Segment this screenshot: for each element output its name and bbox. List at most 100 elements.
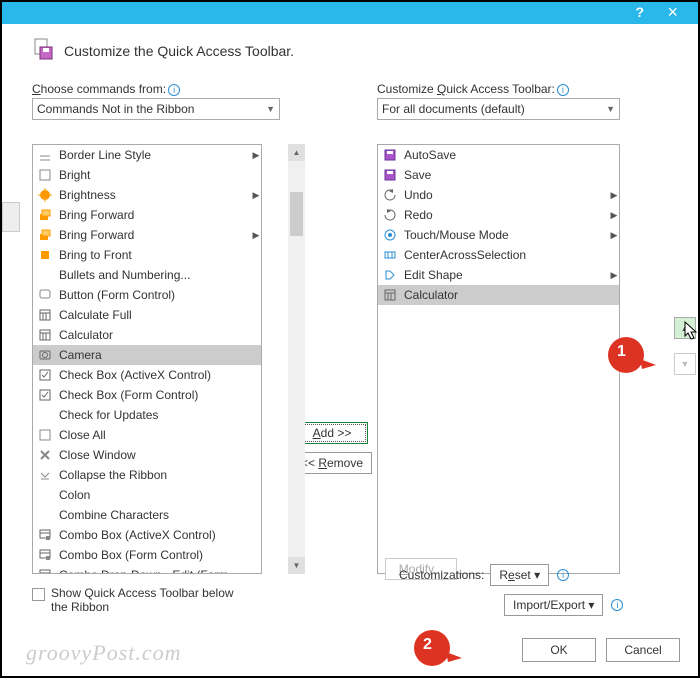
reset-button[interactable]: Reset ▾ (490, 564, 549, 586)
reorder-buttons: ▲ ▼ (674, 317, 696, 375)
item-icon (37, 327, 53, 343)
titlebar: ? × (2, 2, 698, 24)
item-icon (37, 547, 53, 563)
ok-button[interactable]: OK (522, 638, 596, 662)
item-label: Bullets and Numbering... (59, 268, 245, 282)
list-item[interactable]: Edit Shape ▶ (378, 265, 619, 285)
item-label: Undo (404, 188, 603, 202)
commands-list[interactable]: Border Line Style ▶ Bright Brightness▶ Bring… (32, 144, 262, 574)
info-icon[interactable]: i (611, 599, 623, 611)
item-label: Combo Drop-Down - Edit (Form... (59, 568, 245, 574)
combo-value: Commands Not in the Ribbon (37, 102, 194, 116)
scroll-up-icon[interactable]: ▲ (288, 144, 305, 161)
combo-value: For all documents (default) (382, 102, 525, 116)
customize-qat-label: Customize Quick Access Toolbar:i (377, 82, 627, 96)
item-label: Edit Shape (404, 268, 603, 282)
list-item[interactable]: Calculator (378, 285, 619, 305)
item-label: AutoSave (404, 148, 603, 162)
list-item[interactable]: Check for Updates (33, 405, 261, 425)
list-item[interactable]: CenterAcrossSelection (378, 245, 619, 265)
list-item[interactable]: Collapse the Ribbon (33, 465, 261, 485)
list-item[interactable]: Calculator (33, 325, 261, 345)
dialog-title: Customize the Quick Access Toolbar. (64, 43, 294, 59)
item-icon (37, 387, 53, 403)
info-icon[interactable]: i (557, 569, 569, 581)
item-icon (37, 427, 53, 443)
item-icon (37, 467, 53, 483)
item-icon (37, 187, 53, 203)
info-icon[interactable]: i (168, 84, 180, 96)
list-item[interactable]: Close Window (33, 445, 261, 465)
list-item[interactable]: Redo▶ (378, 205, 619, 225)
item-label: Check Box (ActiveX Control) (59, 368, 245, 382)
import-export-button[interactable]: Import/Export ▾ (504, 594, 603, 616)
item-label: Check Box (Form Control) (59, 388, 245, 402)
add-button[interactable]: Add >> (296, 422, 368, 444)
item-label: Touch/Mouse Mode (404, 228, 603, 242)
list-item[interactable]: Brightness▶ (33, 185, 261, 205)
list-item[interactable]: Undo▶ (378, 185, 619, 205)
cancel-button[interactable]: Cancel (606, 638, 680, 662)
list-item[interactable]: Calculate Full (33, 305, 261, 325)
item-label: Close All (59, 428, 245, 442)
chevron-down-icon: ▼ (606, 104, 615, 114)
list-item[interactable]: Check Box (Form Control) (33, 385, 261, 405)
item-icon (37, 227, 53, 243)
list-item[interactable]: Combo Box (Form Control) (33, 545, 261, 565)
item-label: Check for Updates (59, 408, 245, 422)
item-label: Bring Forward (59, 208, 245, 222)
scroll-down-icon[interactable]: ▼ (288, 557, 305, 574)
show-below-checkbox[interactable] (32, 588, 45, 601)
item-label: Calculator (59, 328, 245, 342)
item-label: Save (404, 168, 603, 182)
dialog-header: Customize the Quick Access Toolbar. (32, 37, 686, 64)
dialog-window: ? × Customize the Quick Access Toolbar. … (0, 0, 700, 678)
customize-qat-combo[interactable]: For all documents (default) ▼ (377, 98, 620, 120)
item-icon (37, 247, 53, 263)
list-item[interactable]: Bring Forward (33, 205, 261, 225)
choose-commands-combo[interactable]: Commands Not in the Ribbon ▼ (32, 98, 280, 120)
qat-list[interactable]: AutoSaveSaveUndo▶Redo▶Touch/Mouse Mode▶C… (377, 144, 620, 574)
item-label: Redo (404, 208, 603, 222)
item-icon (37, 167, 53, 183)
list-item[interactable]: Combo Drop-Down - Edit (Form... (33, 565, 261, 574)
help-icon[interactable]: ? (635, 4, 644, 20)
list-item[interactable]: Bring Forward▶ (33, 225, 261, 245)
scrollbar[interactable]: ▲ ▼ (288, 144, 305, 574)
list-item[interactable]: Bring to Front (33, 245, 261, 265)
list-item[interactable]: Border Line Style ▶ (33, 145, 261, 165)
list-item[interactable]: Button (Form Control) (33, 285, 261, 305)
item-icon (37, 527, 53, 543)
list-item[interactable]: Touch/Mouse Mode▶ (378, 225, 619, 245)
list-item[interactable]: Combine Characters (33, 505, 261, 525)
item-label: Close Window (59, 448, 245, 462)
scroll-thumb[interactable] (290, 192, 303, 236)
list-item[interactable]: Combo Box (ActiveX Control) (33, 525, 261, 545)
list-item[interactable]: Bullets and Numbering... (33, 265, 261, 285)
list-item[interactable]: Check Box (ActiveX Control) (33, 365, 261, 385)
list-item[interactable]: Camera (33, 345, 261, 365)
item-label: Combo Box (ActiveX Control) (59, 528, 245, 542)
scroll-track[interactable] (288, 161, 305, 557)
item-label: Colon (59, 488, 245, 502)
item-label: CenterAcrossSelection (404, 248, 603, 262)
item-label: Border Line Style (59, 148, 245, 162)
close-icon[interactable]: × (667, 2, 678, 23)
list-item[interactable]: Colon (33, 485, 261, 505)
move-up-button[interactable]: ▲ (674, 317, 696, 339)
right-panel: Customize Quick Access Toolbar:i For all… (377, 82, 627, 614)
list-item[interactable]: Close All (33, 425, 261, 445)
info-icon[interactable]: i (557, 84, 569, 96)
list-item[interactable]: Bright (33, 165, 261, 185)
item-icon (382, 147, 398, 163)
choose-commands-label: Choose commands from:i (32, 82, 287, 96)
item-label: Bright (59, 168, 245, 182)
item-label: Combo Box (Form Control) (59, 548, 245, 562)
left-panel: Choose commands from:i Commands Not in t… (32, 82, 287, 614)
list-item[interactable]: Save (378, 165, 619, 185)
item-label: Combine Characters (59, 508, 245, 522)
submenu-icon: ▶ (609, 270, 619, 281)
submenu-icon: ▶ (251, 150, 261, 161)
list-item[interactable]: AutoSave (378, 145, 619, 165)
save-ribbon-icon (32, 37, 56, 64)
